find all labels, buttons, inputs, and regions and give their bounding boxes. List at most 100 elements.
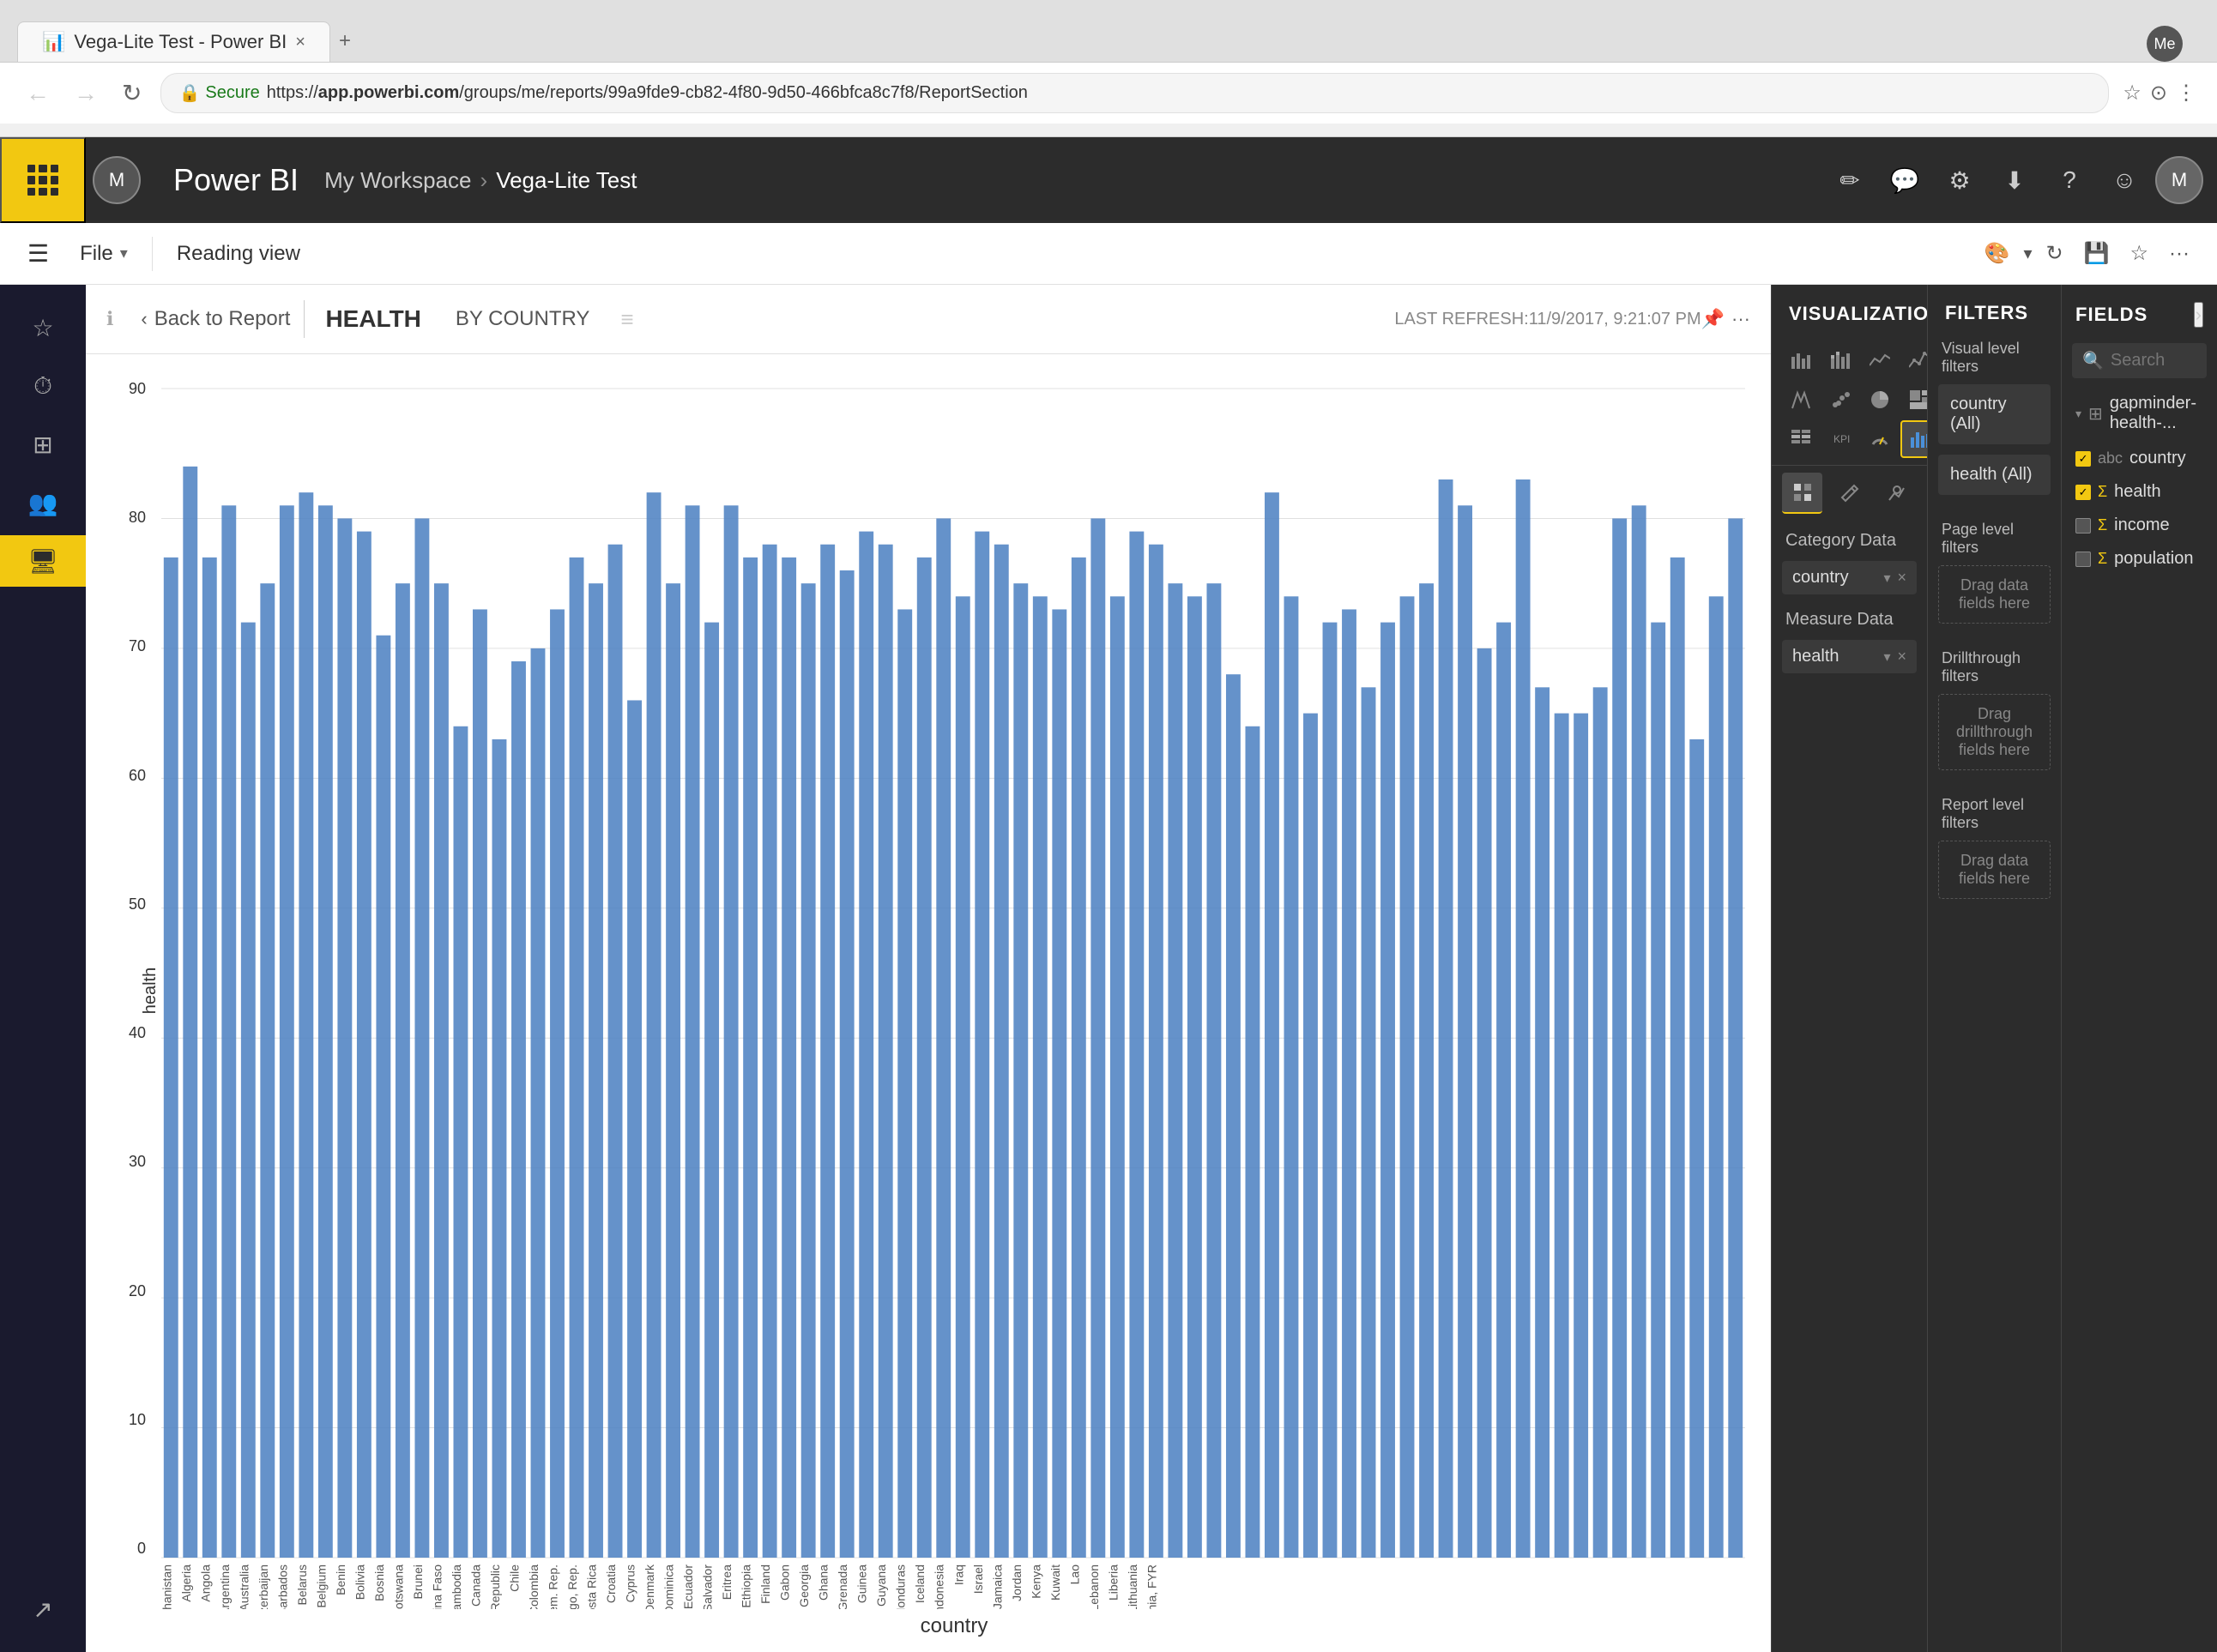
- visualizations-panel: VISUALIZATIONS ›: [1771, 285, 1927, 1652]
- country-filter[interactable]: country (All): [1938, 384, 2051, 444]
- format-tab-button[interactable]: [1829, 473, 1870, 514]
- chat-button[interactable]: 💬: [1881, 156, 1929, 204]
- field-health-checkbox[interactable]: [2075, 485, 2091, 500]
- svg-text:Colombia: Colombia: [527, 1565, 541, 1609]
- dataset-header[interactable]: ▾ ⊞ gapminder-health-...: [2062, 385, 2217, 442]
- sidebar-item-apps[interactable]: ⊞: [17, 419, 69, 470]
- waffle-button[interactable]: [0, 137, 86, 223]
- field-health[interactable]: Σ health: [2062, 475, 2217, 509]
- y-axis-20: 20: [129, 1282, 146, 1300]
- viz-custom-visual[interactable]: [1900, 420, 1927, 458]
- profile-circle[interactable]: M: [2155, 156, 2203, 204]
- field-income-checkbox[interactable]: [2075, 518, 2091, 534]
- sidebar-item-favorites[interactable]: ☆: [17, 302, 69, 353]
- help-button[interactable]: ?: [2045, 156, 2093, 204]
- download-button[interactable]: ⬇: [1990, 156, 2039, 204]
- svg-text:Burkina Faso: Burkina Faso: [430, 1565, 444, 1609]
- field-country-checkbox[interactable]: [2075, 451, 2091, 467]
- breadcrumb: My Workspace › Vega-Lite Test: [324, 167, 637, 194]
- emoji-button[interactable]: ☺: [2100, 156, 2148, 204]
- browser-profile[interactable]: Me: [2147, 26, 2183, 62]
- viz-gauge[interactable]: [1861, 420, 1899, 458]
- health-filter[interactable]: health (All): [1938, 455, 2051, 495]
- svg-text:Denmark: Denmark: [643, 1564, 656, 1609]
- info-icon: ℹ: [106, 308, 113, 330]
- measure-dropdown-arrow[interactable]: ▾: [1883, 648, 1890, 666]
- svg-text:Botswana: Botswana: [391, 1565, 405, 1609]
- refresh-button[interactable]: ↻: [2039, 234, 2070, 273]
- fields-search-box[interactable]: 🔍: [2072, 343, 2207, 378]
- nav-back-button[interactable]: ←: [21, 75, 55, 112]
- viz-scatter[interactable]: [1821, 381, 1859, 419]
- field-country[interactable]: abc country: [2062, 442, 2217, 475]
- address-input[interactable]: 🔒 Secure https://app.powerbi.com/groups/…: [160, 73, 2109, 113]
- viz-treemap[interactable]: [1900, 381, 1927, 419]
- more-button[interactable]: ⋮: [2176, 81, 2196, 106]
- sidebar-item-recent[interactable]: ⏱: [17, 360, 69, 412]
- viz-bar-chart[interactable]: [1782, 341, 1820, 379]
- sidebar-expand-button[interactable]: ↗: [17, 1583, 69, 1635]
- save-button[interactable]: 💾: [2077, 234, 2117, 273]
- dataset-table-icon: ⊞: [2088, 403, 2103, 425]
- fields-panel-collapse[interactable]: ›: [2194, 302, 2203, 328]
- tab-title: Vega-Lite Test - Power BI: [74, 31, 287, 53]
- sidebar-item-shared[interactable]: 👥: [17, 477, 69, 528]
- svg-text:Indonesia: Indonesia: [933, 1565, 946, 1609]
- top-nav: M Power BI My Workspace › Vega-Lite Test…: [0, 137, 2217, 223]
- fields-tab-button[interactable]: [1782, 473, 1822, 514]
- file-dropdown-arrow: ▾: [120, 244, 128, 262]
- github-button[interactable]: ⊙: [2150, 81, 2167, 106]
- breadcrumb-workspace[interactable]: My Workspace: [324, 167, 471, 194]
- favorite-button[interactable]: ☆: [2123, 234, 2156, 273]
- y-axis-60: 60: [129, 767, 146, 785]
- viz-area-chart[interactable]: [1861, 341, 1899, 379]
- category-dropdown-arrow[interactable]: ▾: [1883, 570, 1890, 587]
- fields-search-input[interactable]: [2111, 351, 2217, 371]
- back-to-report-button[interactable]: ‹ Back to Report: [127, 300, 305, 338]
- analytics-tab-button[interactable]: [1876, 473, 1917, 514]
- more-options-button[interactable]: ···: [2162, 235, 2196, 273]
- bookmark-button[interactable]: ☆: [2123, 81, 2141, 106]
- left-sidebar: ☆ ⏱ ⊞ 👥 🖥 ↗: [0, 285, 86, 1652]
- measure-remove-button[interactable]: ×: [1897, 648, 1906, 666]
- field-income[interactable]: Σ income: [2062, 509, 2217, 542]
- field-population-label: population: [2114, 549, 2193, 569]
- active-tab[interactable]: 📊 Vega-Lite Test - Power BI ×: [17, 21, 330, 62]
- svg-text:Croatia: Croatia: [604, 1565, 618, 1603]
- tab-powerbi-icon: 📊: [42, 31, 65, 53]
- y-axis-40: 40: [129, 1024, 146, 1042]
- field-population[interactable]: Σ population: [2062, 542, 2217, 576]
- viz-matrix[interactable]: [1782, 420, 1820, 458]
- theme-button[interactable]: 🎨: [1978, 234, 2017, 273]
- nav-forward-button[interactable]: →: [69, 75, 103, 112]
- viz-panel-header: VISUALIZATIONS ›: [1772, 285, 1927, 335]
- viz-tab-row: [1772, 465, 1927, 521]
- svg-text:Eritrea: Eritrea: [720, 1565, 734, 1600]
- ellipsis-button[interactable]: ···: [1731, 308, 1750, 330]
- nav-refresh-button[interactable]: ↻: [117, 74, 147, 112]
- file-menu[interactable]: File ▾: [69, 235, 138, 273]
- hamburger-menu-button[interactable]: ☰: [21, 232, 56, 274]
- pin-button[interactable]: 📌: [1701, 308, 1725, 330]
- user-avatar[interactable]: M: [93, 156, 141, 204]
- edit-button[interactable]: ✏: [1826, 156, 1874, 204]
- last-refresh-label: LAST REFRESH:11/9/2017, 9:21:07 PM: [1394, 310, 1701, 329]
- drillthrough-filters-label: Drillthrough filters: [1928, 642, 2061, 689]
- viz-ribbon[interactable]: [1782, 381, 1820, 419]
- svg-text:Barbados: Barbados: [275, 1565, 289, 1609]
- sidebar-item-workspace[interactable]: 🖥: [0, 535, 86, 587]
- viz-line-chart[interactable]: [1900, 341, 1927, 379]
- category-remove-button[interactable]: ×: [1897, 569, 1906, 587]
- svg-text:Gabon: Gabon: [778, 1565, 792, 1601]
- svg-text:KPI: KPI: [1833, 433, 1850, 445]
- new-tab-button[interactable]: +: [330, 21, 359, 62]
- settings-button[interactable]: ⚙: [1936, 156, 1984, 204]
- reading-view-label: Reading view: [166, 235, 311, 273]
- svg-text:Bosnia: Bosnia: [372, 1565, 386, 1601]
- viz-stacked-bar[interactable]: [1821, 341, 1859, 379]
- viz-pie[interactable]: [1861, 381, 1899, 419]
- field-population-checkbox[interactable]: [2075, 552, 2091, 567]
- secure-badge: 🔒 Secure: [178, 82, 259, 104]
- tab-close-button[interactable]: ×: [295, 33, 305, 52]
- viz-kpi[interactable]: KPI: [1821, 420, 1859, 458]
